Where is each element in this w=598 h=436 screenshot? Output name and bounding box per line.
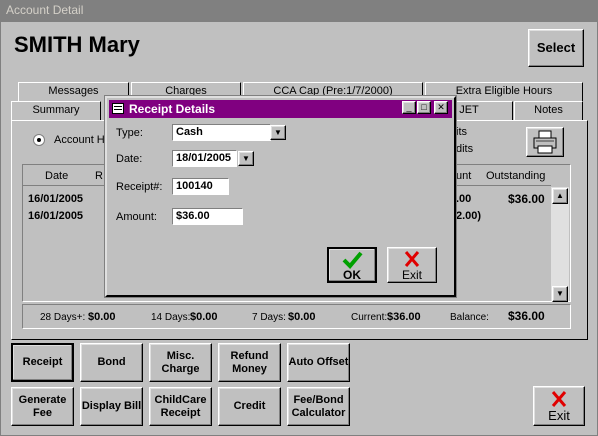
close-x-icon	[404, 251, 420, 267]
value-7-days: $0.00	[288, 311, 316, 323]
column-header-amount: unt	[456, 170, 472, 182]
column-header-r: R	[95, 170, 103, 182]
date-label: Date:	[116, 153, 143, 165]
account-radio[interactable]	[33, 134, 45, 146]
option-label-credits: its	[456, 126, 467, 138]
receipt-number-field[interactable]: 100140	[172, 178, 229, 195]
receipt-details-dialog: Receipt Details _ □ ✕ Type: Cash ▼ Date:…	[105, 96, 456, 297]
window-title: Account Detail	[0, 0, 598, 21]
print-button[interactable]	[526, 127, 564, 157]
receipt-number-label: Receipt#:	[116, 181, 163, 193]
row-date[interactable]: 16/01/2005	[28, 193, 83, 205]
label-14-days: 14 Days:	[151, 312, 191, 323]
form-icon	[112, 103, 124, 114]
date-field[interactable]: 18/01/2005	[172, 150, 237, 167]
scroll-down-button[interactable]: ▼	[552, 286, 568, 302]
dialog-titlebar: Receipt Details	[109, 100, 452, 118]
display-bill-button[interactable]: Display Bill	[80, 387, 143, 426]
list-scrollbar[interactable]	[551, 187, 569, 301]
value-28-days: $0.00	[88, 311, 116, 323]
row-amount[interactable]: 2.00)	[456, 210, 481, 222]
dialog-exit-label: Exit	[401, 268, 422, 282]
label-28-days: 28 Days+:	[40, 312, 86, 323]
amount-field[interactable]: $36.00	[172, 208, 243, 225]
value-current: $36.00	[387, 311, 421, 323]
fee-bond-calculator-button[interactable]: Fee/Bond Calculator	[287, 387, 350, 426]
option-label-debits: dits	[456, 143, 474, 155]
maximize-button[interactable]: □	[417, 101, 431, 114]
date-dropdown-button[interactable]: ▼	[238, 151, 254, 166]
label-current: Current:	[351, 312, 388, 323]
value-balance: $36.00	[508, 309, 545, 323]
type-label: Type:	[116, 127, 143, 139]
ok-button-label: OK	[343, 268, 361, 282]
tab-notes[interactable]: Notes	[514, 101, 583, 120]
credit-button[interactable]: Credit	[218, 387, 281, 426]
label-balance: Balance:	[450, 312, 489, 323]
close-x-icon	[551, 391, 567, 407]
generate-fee-button[interactable]: Generate Fee	[11, 387, 74, 426]
column-header-outstanding: Outstanding	[486, 170, 546, 182]
misc-charge-button[interactable]: Misc. Charge	[149, 343, 212, 382]
close-button[interactable]: ✕	[434, 101, 448, 114]
exit-button[interactable]: Exit	[533, 386, 585, 426]
bond-button[interactable]: Bond	[80, 343, 143, 382]
client-name: SMITH Mary	[14, 32, 140, 57]
row-outstanding[interactable]: $36.00	[508, 192, 545, 206]
account-radio-label: Account H	[54, 134, 105, 146]
type-select[interactable]: Cash	[172, 124, 271, 141]
dialog-title: Receipt Details	[129, 102, 216, 116]
select-button[interactable]: Select	[528, 29, 584, 67]
value-14-days: $0.00	[190, 311, 218, 323]
childcare-receipt-button[interactable]: ChildCare Receipt	[149, 387, 212, 426]
exit-button-label: Exit	[548, 408, 570, 423]
printer-icon	[533, 130, 557, 154]
label-7-days: 7 Days:	[252, 312, 286, 323]
receipt-button[interactable]: Receipt	[11, 343, 74, 382]
dialog-exit-button[interactable]: Exit	[387, 247, 437, 283]
scroll-up-button[interactable]: ▲	[552, 188, 568, 204]
minimize-button[interactable]: _	[402, 101, 416, 114]
ok-button[interactable]: OK	[327, 247, 377, 283]
row-date[interactable]: 16/01/2005	[28, 210, 83, 222]
auto-offset-button[interactable]: Auto Offset	[287, 343, 350, 382]
tab-summary[interactable]: Summary	[11, 101, 101, 120]
refund-money-button[interactable]: Refund Money	[218, 343, 281, 382]
row-amount[interactable]: .00	[456, 193, 471, 205]
amount-label: Amount:	[116, 211, 157, 223]
type-dropdown-button[interactable]: ▼	[270, 125, 286, 140]
column-header-date: Date	[45, 170, 69, 182]
